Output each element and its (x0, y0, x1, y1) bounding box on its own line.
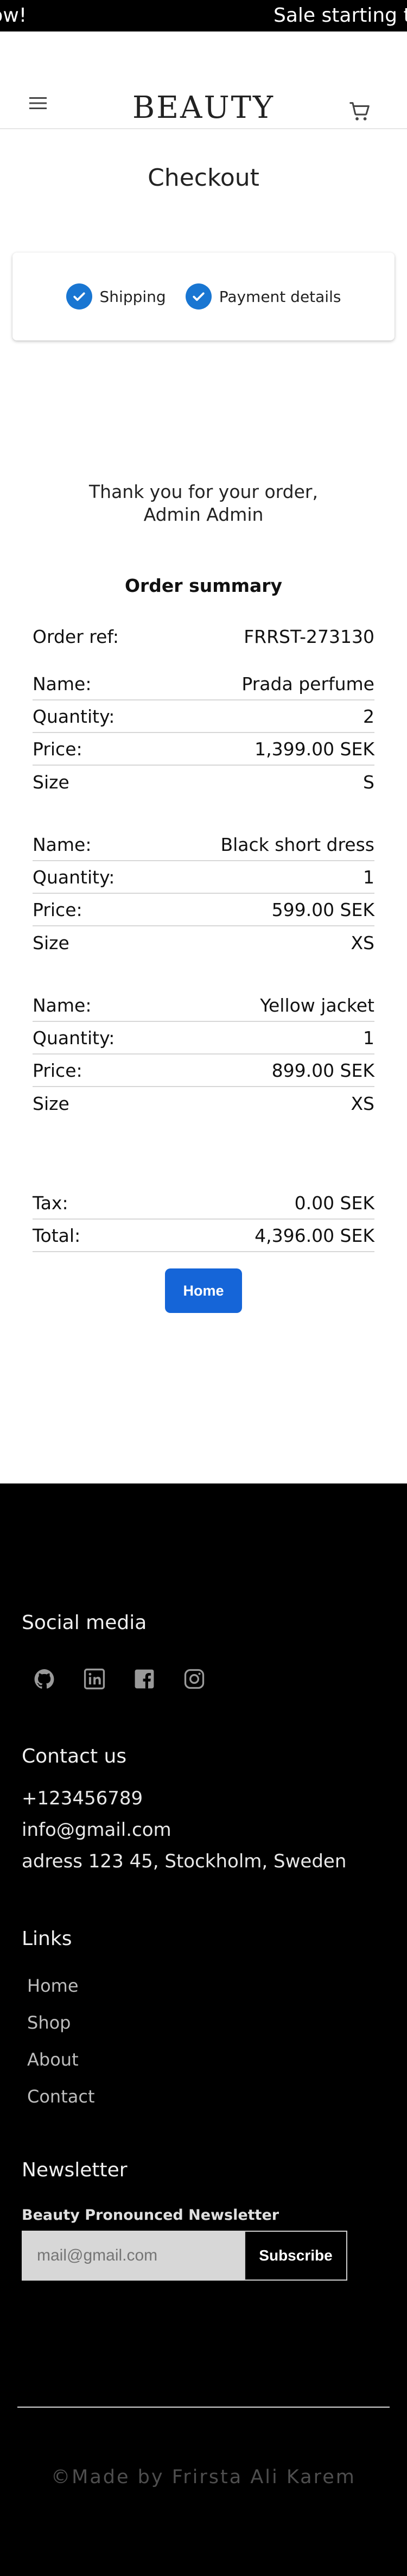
brand-logo[interactable]: BEAUTY (0, 90, 407, 125)
order-ref-label: Order ref: (33, 626, 119, 647)
item-size-value: XS (351, 932, 374, 954)
item-price-row: Price: 599.00 SEK (33, 894, 374, 926)
footer-link-home[interactable]: Home (27, 1975, 79, 1996)
item-quantity-label: Quantity: (33, 1027, 115, 1049)
item-price-row: Price: 1,399.00 SEK (33, 733, 374, 766)
item-name-label: Name: (33, 834, 92, 855)
instagram-icon[interactable] (182, 1667, 206, 1691)
item-name-value: Yellow jacket (260, 994, 374, 1016)
item-quantity-label: Quantity: (33, 866, 115, 888)
footer-credit: ©Made by Frirsta Ali Karem (51, 2466, 356, 2488)
linkedin-icon[interactable] (82, 1667, 106, 1691)
announcement-text-left: omorrow! (0, 4, 27, 27)
footer-link-about[interactable]: About (27, 2049, 79, 2070)
item-quantity-row: Quantity: 2 (33, 700, 374, 733)
subscribe-button[interactable]: Subscribe (244, 2231, 347, 2281)
tax-row: Tax: 0.00 SEK (33, 1187, 374, 1220)
site-header: BEAUTY (0, 31, 407, 129)
item-size-row: Size XS (33, 1087, 374, 1120)
order-ref-value: FRRST-273130 (244, 626, 374, 647)
announcement-text-right: Sale starting to (274, 4, 407, 27)
announcement-bar: omorrow! Sale starting to (0, 0, 407, 31)
contact-heading: Contact us (22, 1745, 127, 1767)
facebook-icon[interactable] (132, 1667, 156, 1691)
page-title: Checkout (148, 164, 259, 192)
cart-icon[interactable] (347, 99, 372, 124)
item-price-value: 899.00 SEK (271, 1059, 374, 1081)
order-summary-title: Order summary (124, 575, 283, 596)
tax-label: Tax: (33, 1192, 68, 1214)
footer-link-shop[interactable]: Shop (27, 2012, 71, 2033)
checkout-stepper: Shipping Payment details (12, 252, 395, 340)
item-price-value: 599.00 SEK (271, 899, 374, 920)
site-footer: Social media Contact us +123456789 info@… (0, 1483, 407, 2576)
item-name-row: Name: Black short dress (33, 829, 374, 861)
total-row: Total: 4,396.00 SEK (33, 1220, 374, 1252)
contact-email: info@gmail.com (22, 1819, 171, 1841)
check-icon (185, 283, 212, 310)
item-size-label: Size (33, 771, 69, 793)
item-size-row: Size XS (33, 926, 374, 959)
item-quantity-value: 1 (363, 1027, 374, 1049)
item-name-value: Black short dress (220, 834, 374, 855)
item-name-row: Name: Prada perfume (33, 668, 374, 700)
item-price-value: 1,399.00 SEK (255, 738, 374, 760)
item-size-row: Size S (33, 766, 374, 798)
item-quantity-row: Quantity: 1 (33, 1022, 374, 1055)
customer-name: Admin Admin (143, 504, 264, 525)
total-label: Total: (33, 1224, 81, 1246)
step-shipping: Shipping (66, 283, 166, 310)
thank-you-line: Thank you for your order, (89, 481, 318, 502)
newsletter-heading: Newsletter (22, 2159, 128, 2181)
item-quantity-value: 1 (363, 866, 374, 888)
order-summary: Order ref: FRRST-273130 Name: Prada perf… (0, 620, 407, 1252)
footer-divider (17, 2407, 390, 2408)
check-icon (66, 283, 92, 310)
order-ref-row: Order ref: FRRST-273130 (33, 620, 374, 653)
newsletter-label: Beauty Pronounced Newsletter (22, 2207, 279, 2224)
social-links (33, 1667, 206, 1691)
tax-value: 0.00 SEK (294, 1192, 374, 1214)
item-price-label: Price: (33, 1059, 82, 1081)
item-quantity-label: Quantity: (33, 705, 115, 727)
item-name-row: Name: Yellow jacket (33, 989, 374, 1022)
step-label: Payment details (219, 287, 341, 306)
step-label: Shipping (99, 287, 166, 306)
item-size-label: Size (33, 932, 69, 954)
item-name-label: Name: (33, 673, 92, 694)
social-media-heading: Social media (22, 1612, 147, 1634)
links-heading: Links (22, 1928, 72, 1950)
thank-you-message: Thank you for your order, Admin Admin (0, 481, 407, 526)
footer-link-contact[interactable]: Contact (27, 2086, 95, 2107)
item-size-value: S (363, 771, 374, 793)
item-quantity-row: Quantity: 1 (33, 861, 374, 894)
item-name-value: Prada perfume (241, 673, 374, 694)
item-price-label: Price: (33, 899, 82, 920)
item-name-label: Name: (33, 994, 92, 1016)
contact-address: adress 123 45, Stockholm, Sweden (22, 1851, 347, 1872)
newsletter-email-input[interactable] (22, 2231, 244, 2281)
item-size-label: Size (33, 1093, 69, 1114)
step-payment-details: Payment details (185, 283, 341, 310)
item-size-value: XS (351, 1093, 374, 1114)
contact-phone: +123456789 (22, 1788, 143, 1809)
item-quantity-value: 2 (363, 705, 374, 727)
total-value: 4,396.00 SEK (255, 1224, 374, 1246)
github-icon[interactable] (33, 1667, 56, 1691)
item-price-label: Price: (33, 738, 82, 760)
item-price-row: Price: 899.00 SEK (33, 1055, 374, 1087)
home-button[interactable]: Home (165, 1268, 242, 1313)
